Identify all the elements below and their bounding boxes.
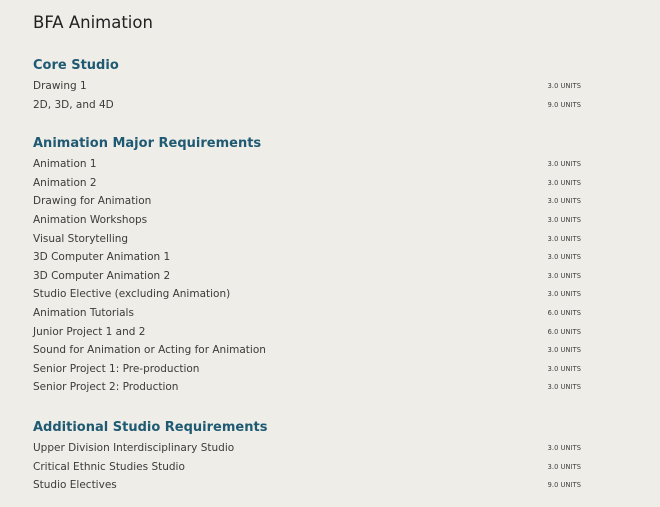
course-list: Animation 1 3.0 UNITS Animation 2 3.0 UN…	[33, 155, 581, 397]
course-units: 3.0 UNITS	[547, 178, 581, 187]
course-units: 3.0 UNITS	[547, 383, 581, 392]
course-row: Senior Project 2: Production 3.0 UNITS	[33, 378, 581, 397]
course-units: 3.0 UNITS	[547, 197, 581, 206]
section-animation-major-requirements: Animation Major Requirements Animation 1…	[33, 133, 581, 397]
section-core-studio: Core Studio Drawing 1 3.0 UNITS 2D, 3D, …	[33, 55, 581, 114]
course-row: Drawing 1 3.0 UNITS	[33, 77, 581, 96]
course-name: 2D, 3D, and 4D	[33, 98, 114, 111]
course-name: Senior Project 2: Production	[33, 381, 179, 394]
course-units: 3.0 UNITS	[547, 253, 581, 262]
course-name: Drawing 1	[33, 80, 87, 93]
course-row: 2D, 3D, and 4D 9.0 UNITS	[33, 96, 581, 115]
course-units: 9.0 UNITS	[547, 100, 581, 109]
course-name: Studio Electives	[33, 479, 117, 492]
course-name: Animation 1	[33, 158, 97, 171]
course-units: 3.0 UNITS	[547, 216, 581, 225]
page-title: BFA Animation	[33, 13, 153, 32]
course-units: 3.0 UNITS	[547, 234, 581, 243]
course-name: Drawing for Animation	[33, 195, 152, 208]
course-list: Drawing 1 3.0 UNITS 2D, 3D, and 4D 9.0 U…	[33, 77, 581, 114]
course-name: 3D Computer Animation 1	[33, 251, 171, 264]
section-title: Additional Studio Requirements	[33, 420, 268, 435]
course-name: 3D Computer Animation 2	[33, 269, 171, 282]
course-units: 3.0 UNITS	[547, 444, 581, 453]
course-row: Animation 2 3.0 UNITS	[33, 174, 581, 193]
section-title: Core Studio	[33, 58, 119, 73]
course-name: Animation Workshops	[33, 214, 148, 227]
section-additional-studio-requirements: Additional Studio Requirements Upper Div…	[33, 417, 581, 495]
course-row: 3D Computer Animation 2 3.0 UNITS	[33, 267, 581, 286]
course-row: Junior Project 1 and 2 6.0 UNITS	[33, 322, 581, 341]
section-title: Animation Major Requirements	[33, 136, 262, 151]
course-name: Critical Ethnic Studies Studio	[33, 460, 185, 473]
course-units: 6.0 UNITS	[547, 309, 581, 318]
course-row: Critical Ethnic Studies Studio 3.0 UNITS	[33, 458, 581, 477]
course-row: 3D Computer Animation 1 3.0 UNITS	[33, 248, 581, 267]
course-units: 3.0 UNITS	[547, 160, 581, 169]
course-units: 6.0 UNITS	[547, 327, 581, 336]
course-name: Animation 2	[33, 176, 97, 189]
course-row: Animation Tutorials 6.0 UNITS	[33, 304, 581, 323]
course-row: Drawing for Animation 3.0 UNITS	[33, 192, 581, 211]
course-row: Sound for Animation or Acting for Animat…	[33, 341, 581, 360]
course-name: Sound for Animation or Acting for Animat…	[33, 344, 266, 357]
course-row: Studio Electives 9.0 UNITS	[33, 476, 581, 495]
course-units: 9.0 UNITS	[547, 481, 581, 490]
course-row: Studio Elective (excluding Animation) 3.…	[33, 285, 581, 304]
course-name: Visual Storytelling	[33, 232, 129, 245]
course-name: Animation Tutorials	[33, 307, 134, 320]
course-row: Animation 1 3.0 UNITS	[33, 155, 581, 174]
course-row: Upper Division Interdisciplinary Studio …	[33, 439, 581, 458]
course-units: 3.0 UNITS	[547, 346, 581, 355]
course-name: Senior Project 1: Pre-production	[33, 362, 200, 375]
course-name: Junior Project 1 and 2	[33, 325, 146, 338]
course-name: Studio Elective (excluding Animation)	[33, 288, 231, 301]
course-row: Visual Storytelling 3.0 UNITS	[33, 229, 581, 248]
course-list: Upper Division Interdisciplinary Studio …	[33, 439, 581, 495]
course-units: 3.0 UNITS	[547, 462, 581, 471]
course-units: 3.0 UNITS	[547, 364, 581, 373]
course-units: 3.0 UNITS	[547, 290, 581, 299]
course-units: 3.0 UNITS	[547, 82, 581, 91]
course-row: Animation Workshops 3.0 UNITS	[33, 211, 581, 230]
course-units: 3.0 UNITS	[547, 271, 581, 280]
course-name: Upper Division Interdisciplinary Studio	[33, 442, 235, 455]
course-row: Senior Project 1: Pre-production 3.0 UNI…	[33, 360, 581, 379]
